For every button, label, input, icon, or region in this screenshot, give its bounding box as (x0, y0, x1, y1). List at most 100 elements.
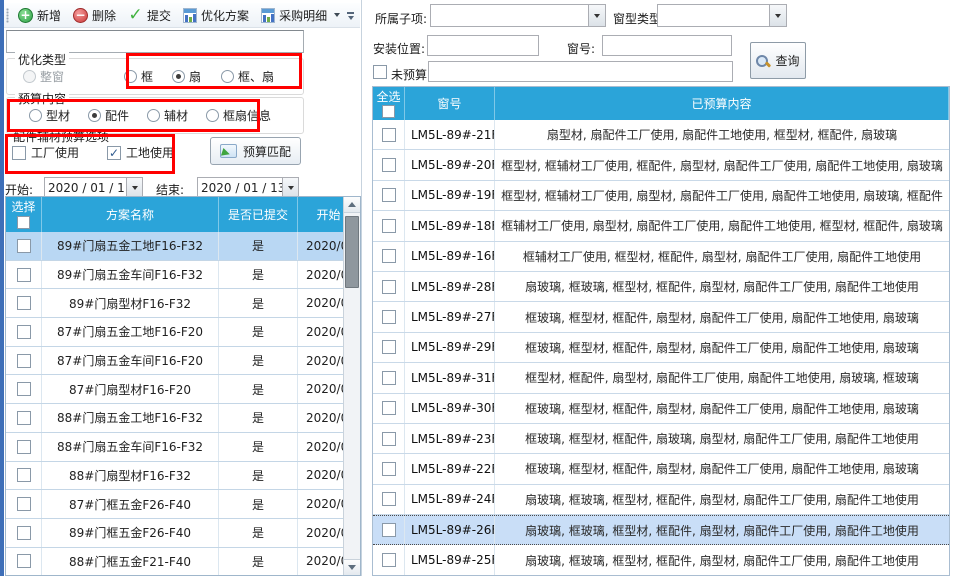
toolbar-overflow-button[interactable] (344, 8, 357, 24)
budget-header-content[interactable]: 已预算内容 (495, 87, 949, 120)
budget-row[interactable]: LM5L-89#-22F20框玻璃, 框型材, 框配件, 扇型材, 扇配件工厂使… (373, 454, 949, 484)
plan-header-name[interactable]: 方案名称 (42, 197, 219, 232)
radio-型材[interactable]: 型材 (29, 107, 70, 124)
row-checkbox[interactable] (17, 411, 31, 425)
budget-row[interactable]: LM5L-89#-21F19扇型材, 扇配件工厂使用, 扇配件工地使用, 框型材… (373, 120, 949, 150)
plan-row[interactable]: 87#门扇五金工地F16-F20是2020/0 (6, 318, 360, 347)
row-checkbox[interactable] (382, 462, 396, 476)
plan-row[interactable]: 88#门扇型材F16-F32是2020/0 (6, 462, 360, 491)
scroll-down-button[interactable] (344, 559, 360, 575)
budget-match-button[interactable]: 预算匹配 (210, 137, 301, 165)
row-checkbox[interactable] (382, 340, 396, 354)
row-checkbox[interactable] (17, 239, 31, 253)
row-checkbox[interactable] (17, 440, 31, 454)
budget-row[interactable]: LM5L-89#-18F16框辅材工厂使用, 扇型材, 扇配件工厂使用, 扇配件… (373, 211, 949, 241)
budget-row[interactable]: LM5L-89#-29F27框玻璃, 框型材, 框配件, 扇型材, 扇配件工厂使… (373, 333, 949, 363)
budget-row[interactable]: LM5L-89#-27F25框玻璃, 框型材, 框配件, 扇型材, 扇配件工厂使… (373, 302, 949, 332)
row-checkbox[interactable] (382, 249, 396, 263)
plan-table-scrollbar[interactable] (343, 197, 360, 575)
row-checkbox[interactable] (382, 401, 396, 415)
budget-row[interactable]: LM5L-89#-23F21框玻璃, 框型材, 框配件, 扇玻璃, 扇型材, 扇… (373, 424, 949, 454)
sub-item-combobox[interactable] (430, 4, 606, 27)
budget-row[interactable]: LM5L-89#-20F18框型材, 框辅材工厂使用, 框配件, 扇型材, 扇配… (373, 150, 949, 180)
row-checkbox[interactable] (17, 354, 31, 368)
radio-辅材[interactable]: 辅材 (147, 107, 188, 124)
window-type-combobox-button[interactable] (769, 5, 786, 26)
checkbox-工地使用[interactable]: 工地使用 (107, 144, 174, 161)
budget-row[interactable]: LM5L-89#-16F15框辅材工厂使用, 框型材, 框配件, 扇型材, 扇配… (373, 242, 949, 272)
budget-row[interactable]: LM5L-89#-24F22扇玻璃, 框玻璃, 框型材, 框配件, 扇型材, 扇… (373, 485, 949, 515)
row-checkbox[interactable] (382, 310, 396, 324)
budget-content-cell: 框玻璃, 框型材, 框配件, 扇玻璃, 扇型材, 扇配件工厂使用, 扇配件工地使… (495, 424, 949, 453)
budget-content-cell: 框玻璃, 框型材, 框配件, 扇型材, 扇配件工厂使用, 扇配件工地使用, 扇玻… (495, 302, 949, 331)
window-no-input[interactable] (602, 35, 732, 56)
toolbar-grip-icon[interactable] (6, 8, 9, 23)
end-date-dropdown-button[interactable] (282, 178, 298, 197)
sub-item-combobox-button[interactable] (588, 5, 605, 26)
install-position-input[interactable] (427, 35, 539, 56)
radio-扇[interactable]: 扇 (172, 68, 201, 85)
row-checkbox[interactable] (382, 280, 396, 294)
row-checkbox[interactable] (382, 188, 396, 202)
query-button[interactable]: 查询 (750, 42, 806, 79)
scroll-up-button[interactable] (344, 197, 360, 213)
budget-header-window-no[interactable]: 窗号 (405, 87, 495, 120)
plan-row[interactable]: 89#门扇型材F16-F32是2020/0 (6, 289, 360, 318)
plan-header-submitted[interactable]: 是否已提交 (219, 197, 298, 232)
select-all-checkbox[interactable] (17, 216, 30, 229)
no-budget-input[interactable] (428, 61, 733, 82)
row-checkbox[interactable] (17, 382, 31, 396)
plan-filter-input[interactable] (6, 30, 304, 53)
radio-框扇信息[interactable]: 框扇信息 (206, 107, 271, 124)
row-checkbox[interactable] (17, 497, 31, 511)
row-checkbox[interactable] (382, 553, 396, 567)
no-budget-checkbox[interactable] (373, 65, 387, 79)
scrollbar-thumb[interactable] (345, 216, 359, 288)
row-checkbox[interactable] (17, 468, 31, 482)
start-date-dropdown-button[interactable] (126, 178, 142, 197)
row-checkbox[interactable] (382, 523, 396, 537)
plan-row[interactable]: 88#门扇五金车间F16-F32是2020/0 (6, 433, 360, 462)
add-button[interactable]: 新增 (13, 5, 66, 26)
submit-button[interactable]: 提交 (123, 5, 176, 26)
purchase-detail-button[interactable]: 采购明细 (256, 5, 345, 26)
budget-row[interactable]: LM5L-89#-30F28框玻璃, 框型材, 框配件, 扇型材, 扇配件工厂使… (373, 394, 949, 424)
optimize-plan-button[interactable]: 优化方案 (178, 5, 254, 26)
radio-框[interactable]: 框 (124, 68, 153, 85)
budget-row[interactable]: LM5L-89#-28F26扇玻璃, 框玻璃, 框型材, 框配件, 扇型材, 扇… (373, 272, 949, 302)
row-checkbox[interactable] (17, 526, 31, 540)
budget-window-no-cell: LM5L-89#-18F16 (405, 211, 495, 240)
row-checkbox[interactable] (17, 325, 31, 339)
row-checkbox[interactable] (382, 158, 396, 172)
plan-row[interactable]: 88#门扇五金工地F16-F32是2020/0 (6, 404, 360, 433)
delete-button[interactable]: 删除 (68, 5, 121, 26)
row-checkbox[interactable] (382, 219, 396, 233)
row-checkbox[interactable] (17, 268, 31, 282)
plan-row[interactable]: 89#门扇五金车间F16-F32是2020/0 (6, 261, 360, 290)
row-checkbox[interactable] (17, 554, 31, 568)
row-checkbox[interactable] (382, 492, 396, 506)
plan-row[interactable]: 88#门框五金F21-F40是2020/0 (6, 548, 360, 576)
row-checkbox[interactable] (382, 432, 396, 446)
budget-row[interactable]: LM5L-89#-31F29框型材, 框配件, 扇型材, 扇配件工厂使用, 扇配… (373, 363, 949, 393)
end-date-picker[interactable]: 2020 / 01 / 13 (197, 177, 299, 198)
radio-框、扇[interactable]: 框、扇 (221, 68, 274, 85)
budget-row[interactable]: LM5L-89#-19F17框型材, 框辅材工厂使用, 扇型材, 扇配件工厂使用… (373, 181, 949, 211)
plan-row[interactable]: 89#门扇五金工地F16-F32是2020/0 (6, 232, 360, 261)
row-checkbox[interactable] (382, 371, 396, 385)
window-type-combobox[interactable] (657, 4, 787, 27)
plan-row[interactable]: 87#门扇型材F16-F20是2020/0 (6, 375, 360, 404)
row-checkbox[interactable] (382, 128, 396, 142)
budget-row[interactable]: LM5L-89#-26F24扇玻璃, 框玻璃, 框型材, 框配件, 扇型材, 扇… (373, 515, 949, 545)
select-all-checkbox[interactable] (382, 105, 395, 118)
budget-row[interactable]: LM5L-89#-25F23扇玻璃, 框玻璃, 框型材, 框配件, 扇型材, 扇… (373, 545, 949, 575)
checkbox-工厂使用[interactable]: 工厂使用 (12, 144, 79, 161)
budget-window-no-cell: LM5L-89#-31F29 (405, 363, 495, 392)
row-checkbox[interactable] (17, 296, 31, 310)
plan-row[interactable]: 89#门框五金F26-F40是2020/0 (6, 519, 360, 548)
start-date-picker[interactable]: 2020 / 01 / 1 (44, 177, 143, 198)
plan-row[interactable]: 87#门扇五金车间F16-F20是2020/0 (6, 347, 360, 376)
radio-配件[interactable]: 配件 (88, 107, 129, 124)
chevron-down-icon (132, 186, 138, 190)
plan-row[interactable]: 87#门框五金F26-F40是2020/0 (6, 490, 360, 519)
